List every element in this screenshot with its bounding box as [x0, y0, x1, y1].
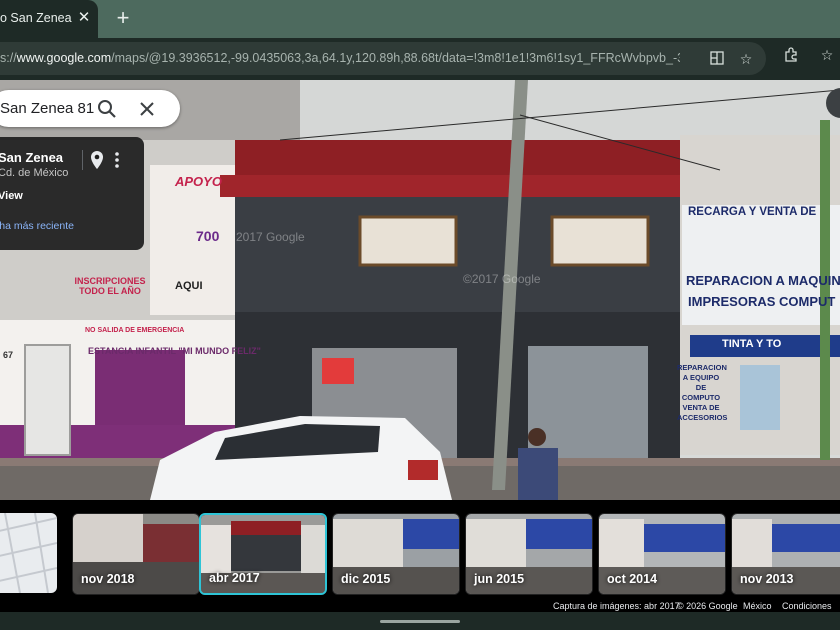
- place-info-card: San Zenea Cd. de México View cha más rec…: [0, 137, 144, 250]
- url-prefix: s://: [0, 51, 17, 65]
- sign-tinta: TINTA Y TO: [722, 338, 782, 350]
- latest-date-link[interactable]: cha más reciente: [0, 220, 74, 232]
- close-tab-icon[interactable]: ✕: [75, 9, 93, 27]
- sign-number: 67: [3, 350, 14, 360]
- url-text[interactable]: s://www.google.com/maps/@19.3936512,-99.…: [0, 51, 680, 65]
- mini-map[interactable]: [0, 513, 57, 593]
- search-input[interactable]: San Zenea 81: [0, 100, 94, 117]
- sign-inscripciones: INSCRIPCIONES TODO EL AÑO: [74, 276, 146, 296]
- divider: [82, 150, 83, 170]
- sign-reparacion: REPARACION A MAQUINAS: [686, 273, 840, 288]
- place-subtitle: Cd. de México: [0, 167, 69, 179]
- timeline-thumb-oct-2014[interactable]: oct 2014: [598, 513, 726, 595]
- thumb-label: nov 2013: [740, 572, 794, 586]
- sign-700: 700: [196, 228, 220, 244]
- maps-search-box[interactable]: San Zenea 81: [0, 90, 180, 127]
- thumb-label: jun 2015: [474, 572, 525, 586]
- browser-bottom-bar: [0, 612, 840, 630]
- capture-date: Captura de imágenes: abr 2017: [553, 601, 680, 611]
- thumb-label: oct 2014: [607, 572, 658, 586]
- star-icon[interactable]: ☆: [737, 50, 755, 68]
- terms-link[interactable]: Condiciones: [782, 601, 832, 611]
- thumb-label: nov 2018: [81, 572, 135, 586]
- watermark-1: 2017 Google: [236, 230, 305, 244]
- url-path: /maps/@19.3936512,-99.0435063,3a,64.1y,1…: [111, 51, 680, 65]
- timeline-filmstrip: nov 2018 abr 2017 dic 2015 jun 2015 oct …: [0, 500, 840, 612]
- sign-impresoras: IMPRESORAS COMPUT: [688, 294, 836, 309]
- tab-grid-icon[interactable]: [708, 50, 726, 68]
- browser-tab-bar: o San Zenea ✕ +: [0, 0, 840, 38]
- sign-computo: REPARACION A EQUIPO DE COMPUTO VENTA DE …: [677, 363, 728, 422]
- timeline-thumb-jun-2015[interactable]: jun 2015: [465, 513, 593, 595]
- url-host: www.google.com: [16, 51, 112, 65]
- browser-tab[interactable]: o San Zenea ✕: [0, 0, 98, 38]
- close-icon[interactable]: [136, 98, 158, 120]
- sign-aqui: AQUI: [175, 280, 203, 292]
- browser-toolbar: s://www.google.com/maps/@19.3936512,-99.…: [0, 38, 840, 80]
- new-tab-button[interactable]: +: [111, 7, 135, 31]
- thumb-label: abr 2017: [209, 571, 260, 585]
- sign-recarga: RECARGA Y VENTA DE: [688, 206, 817, 218]
- extensions-icon[interactable]: [782, 46, 800, 64]
- timeline-thumb-nov-2013[interactable]: nov 2013: [731, 513, 840, 595]
- copyright: © 2026 Google: [677, 601, 738, 611]
- place-title: San Zenea: [0, 150, 64, 165]
- timeline-thumb-dic-2015[interactable]: dic 2015: [332, 513, 460, 595]
- timeline-thumb-nov-2018[interactable]: nov 2018: [72, 513, 200, 595]
- tab-title: o San Zenea: [0, 11, 72, 25]
- timeline-thumb-abr-2017[interactable]: abr 2017: [199, 513, 327, 595]
- sign-apoyo: APOYO: [175, 174, 222, 189]
- sign-no-salida: NO SALIDA DE EMERGENCIA: [85, 327, 185, 334]
- resize-handle[interactable]: [380, 620, 460, 623]
- country-link[interactable]: México: [743, 601, 772, 611]
- watermark-2: ©2017 Google: [463, 272, 541, 286]
- address-bar[interactable]: s://www.google.com/maps/@19.3936512,-99.…: [0, 42, 766, 75]
- more-options-icon[interactable]: [111, 151, 123, 169]
- thumb-label: dic 2015: [341, 572, 391, 586]
- street-view-link[interactable]: View: [0, 190, 23, 202]
- search-icon[interactable]: [96, 98, 118, 120]
- favorites-icon[interactable]: ☆: [818, 46, 836, 64]
- map-pin-icon[interactable]: [89, 150, 105, 170]
- sign-estancia: ESTANCIA INFANTIL "MI MUNDO FELIZ": [88, 346, 261, 356]
